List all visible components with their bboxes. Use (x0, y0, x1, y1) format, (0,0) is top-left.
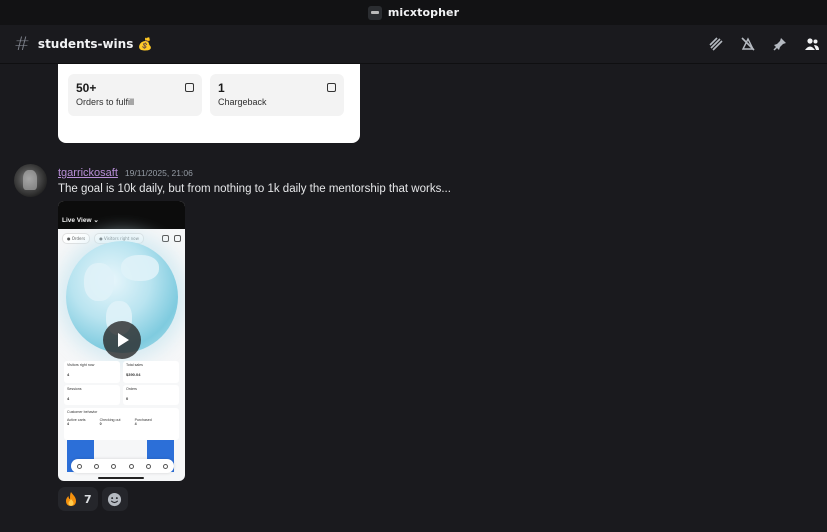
metric-label: Visitors right now (67, 363, 95, 367)
pill: ● Orders (62, 232, 91, 244)
inbox-icon (111, 463, 117, 469)
previous-image-attachment[interactable]: 50+ Orders to fulfill 1 Chargeback (58, 64, 360, 143)
metric-card: Sessions 4 (64, 385, 120, 405)
message-text: The goal is 10k daily, but from nothing … (58, 183, 451, 195)
live-view-title: Live View ⌄ (62, 217, 99, 224)
stat-label: Chargeback (218, 97, 267, 107)
message-header: tgarrickosaft 19/11/2025, 21:06 (58, 167, 193, 179)
calendar-icon (174, 234, 181, 242)
tag-icon (128, 463, 134, 469)
metric-card: Visitors right now 4 (64, 361, 120, 383)
timestamp: 19/11/2025, 21:06 (124, 168, 193, 178)
add-reaction-icon (108, 492, 122, 506)
reaction-count: 7 (84, 492, 92, 506)
behavior-title: Customer behavior (67, 410, 98, 414)
home-icon (94, 463, 100, 469)
stat-label: Orders to fulfill (76, 97, 135, 107)
behavior-label: Active carts (67, 418, 86, 422)
metric-card: Orders 0 (123, 385, 179, 405)
metric-value: 4 (67, 372, 70, 377)
behavior-value: 0 (99, 422, 102, 426)
threads-icon[interactable] (707, 35, 725, 53)
menu-icon (145, 463, 151, 469)
behavior-label: Checking out (99, 418, 121, 422)
metric-label: Total sales (126, 363, 143, 367)
search-icon (162, 234, 169, 242)
stat-card-chargeback: 1 Chargeback (210, 74, 344, 116)
username[interactable]: tgarrickosaft (58, 167, 118, 179)
customer-behavior-card: Customer behavior Active carts 4 Checking… (64, 408, 179, 440)
clipboard-icon (327, 83, 336, 92)
metric-value: $390.04 (126, 372, 141, 377)
behavior-value: 4 (134, 422, 137, 426)
header-toolbar (707, 35, 821, 53)
search-icon (77, 463, 83, 469)
message-list[interactable]: 50+ Orders to fulfill 1 Chargeback tgarr… (0, 64, 827, 532)
members-icon[interactable] (803, 35, 821, 53)
mute-icon[interactable] (739, 35, 757, 53)
metric-value: 4 (67, 396, 70, 401)
play-icon (118, 333, 129, 347)
reactions-bar: 7 (58, 487, 128, 511)
metric-label: Sessions (67, 387, 82, 391)
play-button[interactable] (103, 321, 141, 359)
behavior-label: Purchased (134, 418, 152, 422)
window-titlebar: micxtopher (0, 0, 827, 25)
add-reaction-button[interactable] (101, 487, 128, 511)
metric-card: Total sales $390.04 (123, 361, 179, 383)
home-indicator (98, 477, 144, 479)
avatar[interactable] (14, 164, 47, 197)
channel-name: students-wins 💰 (37, 37, 153, 51)
metric-value: 0 (126, 396, 129, 401)
hash-icon: # (14, 33, 30, 55)
video-attachment[interactable]: Live View ⌄ ● Orders ● Visitors right no… (58, 201, 185, 481)
window-title: micxtopher (387, 6, 460, 19)
behavior-value: 4 (67, 422, 69, 426)
phone-status-bar: Live View ⌄ (58, 201, 185, 229)
stat-value: 50+ (76, 81, 97, 95)
stat-value: 1 (218, 81, 225, 95)
pin-icon[interactable] (771, 35, 789, 53)
store-icon (162, 463, 168, 469)
server-icon (367, 5, 382, 20)
inbox-icon (185, 83, 194, 92)
channel-header: # students-wins 💰 (0, 25, 827, 64)
stat-card-orders: 50+ Orders to fulfill (68, 74, 202, 116)
phone-bottom-nav (71, 459, 174, 473)
metric-label: Orders (126, 387, 137, 391)
reaction-fire[interactable]: 7 (58, 487, 98, 511)
fire-icon (66, 492, 76, 506)
